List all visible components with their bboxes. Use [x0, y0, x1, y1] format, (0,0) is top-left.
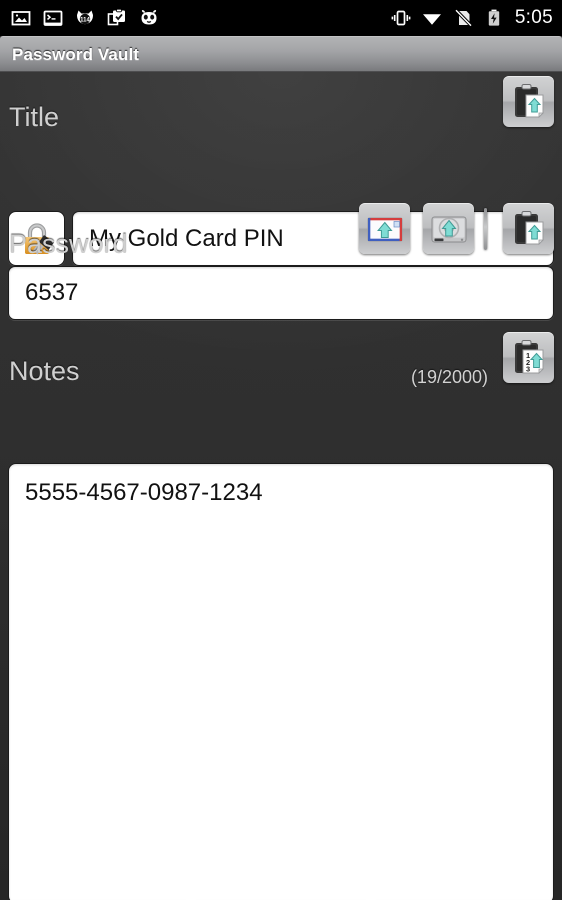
password-input-value: 6537 — [25, 279, 79, 306]
app-title-bar: Password Vault — [0, 36, 562, 72]
status-bar-clock: 5:05 — [514, 7, 553, 28]
envelope-upload-icon — [367, 217, 402, 241]
screenshot-image-icon — [10, 7, 32, 29]
kitty-114-notification-icon: 114 — [74, 7, 96, 29]
password-actions-divider — [484, 208, 487, 250]
battery-charging-icon — [483, 7, 505, 29]
harddisk-upload-icon — [431, 216, 466, 242]
title-input[interactable]: My Gold Card PIN — [72, 211, 554, 266]
notes-section-label: Notes — [9, 356, 80, 386]
page-title: Password Vault — [12, 45, 140, 64]
app-screen: 114 5:05 Password Vault Title My Gold Ca… — [0, 0, 562, 900]
clipboard-upload-icon — [514, 210, 544, 245]
status-bar-system-icons: 5:05 — [390, 7, 562, 29]
send-password-by-email-button[interactable] — [359, 203, 410, 254]
save-password-to-disk-button[interactable] — [423, 203, 474, 254]
notes-textarea[interactable]: 5555-4567-0987-1234 — [8, 463, 554, 900]
clipboard-upload-icon — [514, 83, 544, 118]
main-content: Title My Gold Card PIN Password 6537 Not… — [0, 72, 562, 900]
title-section-label: Title — [9, 102, 60, 132]
notes-textarea-value: 5555-4567-0987-1234 — [25, 479, 263, 506]
clipboard-numbered-upload-icon: 1 2 3 — [514, 339, 544, 374]
copy-password-to-clipboard-button[interactable] — [503, 203, 554, 254]
copy-title-to-clipboard-button[interactable] — [503, 76, 554, 127]
notes-char-counter: (19/2000) — [410, 367, 488, 387]
cyanogenmod-icon — [138, 7, 160, 29]
password-section-label: Password — [9, 229, 128, 259]
copy-notes-to-clipboard-button[interactable]: 1 2 3 — [503, 332, 554, 383]
vibrate-icon — [390, 7, 412, 29]
svg-text:3: 3 — [526, 364, 530, 373]
no-sim-icon — [452, 7, 474, 29]
terminal-icon — [42, 7, 64, 29]
clipboard-check-icon — [106, 7, 128, 29]
status-bar: 114 5:05 — [0, 0, 562, 36]
svg-text:114: 114 — [80, 17, 90, 23]
status-bar-notifications: 114 — [0, 7, 160, 29]
wifi-icon — [421, 7, 443, 29]
password-input[interactable]: 6537 — [8, 266, 554, 320]
